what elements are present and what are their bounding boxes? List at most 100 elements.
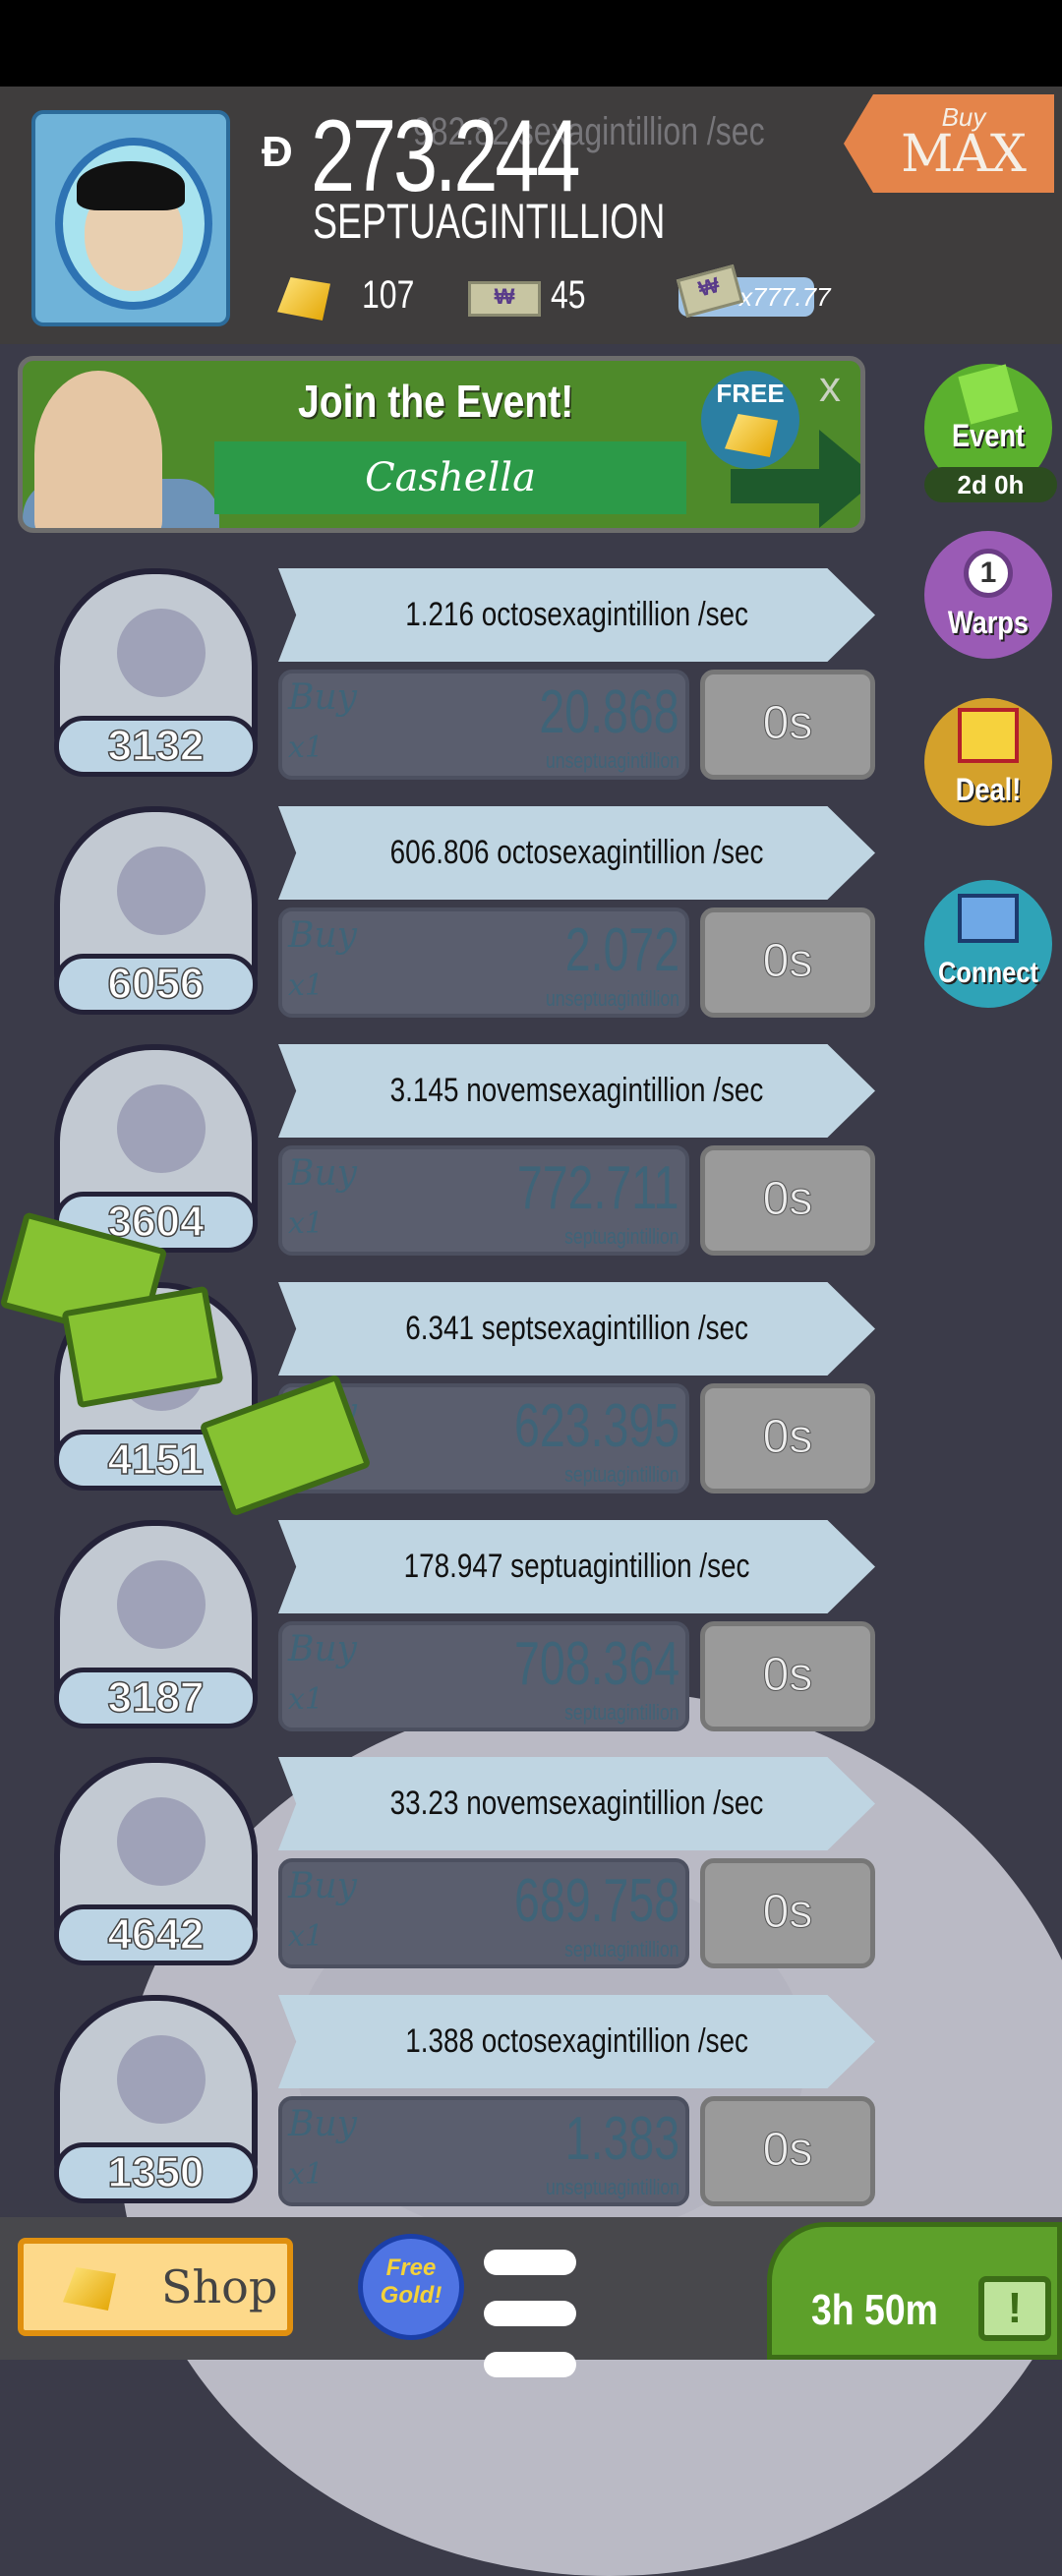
buy-cost: 772.711 [517,1154,679,1222]
buy-button[interactable]: Buy x1 689.758 septuagintillion [278,1858,689,1968]
shop-label: Shop [161,2260,278,2313]
top-hat-icon [958,364,1019,425]
buy-multiplier: x1 [288,968,324,1003]
buy-cost-unit: septuagintillion [564,1224,679,1249]
business-rate-bar[interactable]: 33.23 novemsexagintillion /sec [278,1757,875,1850]
tv-ad-button[interactable]: 3h 50m ! [767,2222,1062,2360]
business-count: 6056 [54,954,258,1015]
timer-button[interactable]: 0s [700,1383,875,1493]
free-gold-badge: FREE [701,371,799,469]
buy-cost-unit: septuagintillion [564,1462,679,1487]
event-name: Cashella [214,441,686,514]
buy-label: Buy [288,1629,357,1669]
business-row: 3187 178.947 septuagintillion /sec Buy x… [0,1520,885,1746]
buy-button[interactable]: Buy x1 2.072 unseptuagintillion [278,907,689,1018]
buy-label: Buy [288,2104,357,2144]
buy-max-button[interactable]: Buy MAX [844,94,1054,193]
business-rate-bar[interactable]: 1.388 octosexagintillion /sec [278,1995,875,2088]
buy-button[interactable]: Buy x1 772.711 septuagintillion [278,1145,689,1256]
business-rate: 3.145 novemsexagintillion /sec [389,1072,764,1109]
timer-button[interactable]: 0s [700,670,875,780]
buy-cost: 708.364 [513,1630,679,1698]
free-label: FREE [716,379,785,408]
buy-multiplier: x1 [288,1682,324,1717]
buy-cost: 1.383 [564,2105,679,2173]
timer-button[interactable]: 0s [700,907,875,1018]
close-icon[interactable]: x [819,363,841,412]
tv-timer: 3h 50m [811,2286,938,2334]
photo-cards-icon [958,894,1019,943]
business-row: 4642 33.23 novemsexagintillion /sec Buy … [0,1757,885,1983]
business-rate: 606.806 octosexagintillion /sec [389,834,764,871]
buy-cost-unit: unseptuagintillion [545,986,679,1011]
business-rate: 1.216 octosexagintillion /sec [405,596,748,633]
business-rate-bar[interactable]: 606.806 octosexagintillion /sec [278,806,875,900]
gold-icon [725,414,778,457]
money-unit: SEPTUAGINTILLION [313,194,666,249]
megabucks-icon: ₩ [468,281,541,317]
event-timer: 2d 0h [924,467,1057,502]
business-rate: 178.947 septuagintillion /sec [403,1548,750,1585]
status-bar [0,0,1062,87]
business-row: 3132 1.216 octosexagintillion /sec Buy x… [0,568,885,794]
barn-dome-icon [117,1084,206,1173]
buy-multiplier: x1 [288,1206,324,1241]
event-title: Join the Event! [298,376,574,427]
business-count: 3132 [54,716,258,777]
deal-badge[interactable]: Deal! [924,698,1052,826]
menu-icon[interactable] [484,2250,576,2403]
cocktail-icon [117,847,206,935]
werewolf-icon [117,1797,206,1886]
buy-cost-unit: septuagintillion [564,1700,679,1725]
timer-button[interactable]: 0s [700,1621,875,1731]
money-symbol: Ð [262,128,293,176]
business-rate-bar[interactable]: 6.341 septsexagintillion /sec [278,1282,875,1376]
buy-label: Buy [288,1153,357,1194]
connect-badge[interactable]: Connect [924,880,1052,1008]
buy-cost: 2.072 [564,916,679,984]
tv-icon: ! [978,2276,1051,2341]
ray-gun-icon [117,2035,206,2124]
buy-cost: 689.758 [513,1867,679,1935]
business-rate: 6.341 septsexagintillion /sec [405,1310,748,1347]
gift-icon [958,708,1019,763]
timer-button[interactable]: 0s [700,1145,875,1256]
gold-icon [63,2267,116,2311]
buy-multiplier: x1 [288,2157,324,2192]
business-count: 4642 [54,1904,258,1965]
event-banner[interactable]: Join the Event! Cashella FREE x [18,356,865,533]
business-count: 1350 [54,2142,258,2203]
buy-label: Buy [288,677,357,718]
buy-multiplier: x1 [288,731,324,765]
buy-label: Buy [288,915,357,956]
buy-cost-unit: septuagintillion [564,1937,679,1961]
timer-button[interactable]: 0s [700,1858,875,1968]
buy-max-max: MAX [901,125,1027,184]
avatar[interactable] [31,110,230,326]
buy-cost-unit: unseptuagintillion [545,2175,679,2199]
free-gold-button[interactable]: Free Gold! [358,2234,464,2340]
timer-button[interactable]: 0s [700,2096,875,2206]
buy-button[interactable]: Buy x1 1.383 unseptuagintillion [278,2096,689,2206]
amusement-park-icon [117,1560,206,1649]
business-row: 6056 606.806 octosexagintillion /sec Buy… [0,806,885,1032]
buy-button[interactable]: Buy x1 20.868 unseptuagintillion [278,670,689,780]
moon-rocket-icon [117,609,206,697]
buy-cost: 20.868 [539,678,679,746]
business-rate-bar[interactable]: 1.216 octosexagintillion /sec [278,568,875,662]
warps-count: 1 [964,549,1013,598]
business-rate-bar[interactable]: 178.947 septuagintillion /sec [278,1520,875,1613]
business-row: 3604 3.145 novemsexagintillion /sec Buy … [0,1044,885,1270]
hair [77,161,185,210]
business-rate-bar[interactable]: 3.145 novemsexagintillion /sec [278,1044,875,1138]
business-rate: 1.388 octosexagintillion /sec [405,2022,748,2060]
buy-button[interactable]: Buy x1 708.364 septuagintillion [278,1621,689,1731]
megabucks-count: 45 [551,273,586,317]
warps-badge[interactable]: 1 Warps [924,531,1052,659]
shop-button[interactable]: Shop [18,2238,293,2336]
character-face [34,371,162,528]
business-row: 1350 1.388 octosexagintillion /sec Buy x… [0,1995,885,2221]
buy-cost-unit: unseptuagintillion [545,748,679,773]
multiplier-value: x777.77 [739,282,831,312]
buy-multiplier: x1 [288,1919,324,1954]
